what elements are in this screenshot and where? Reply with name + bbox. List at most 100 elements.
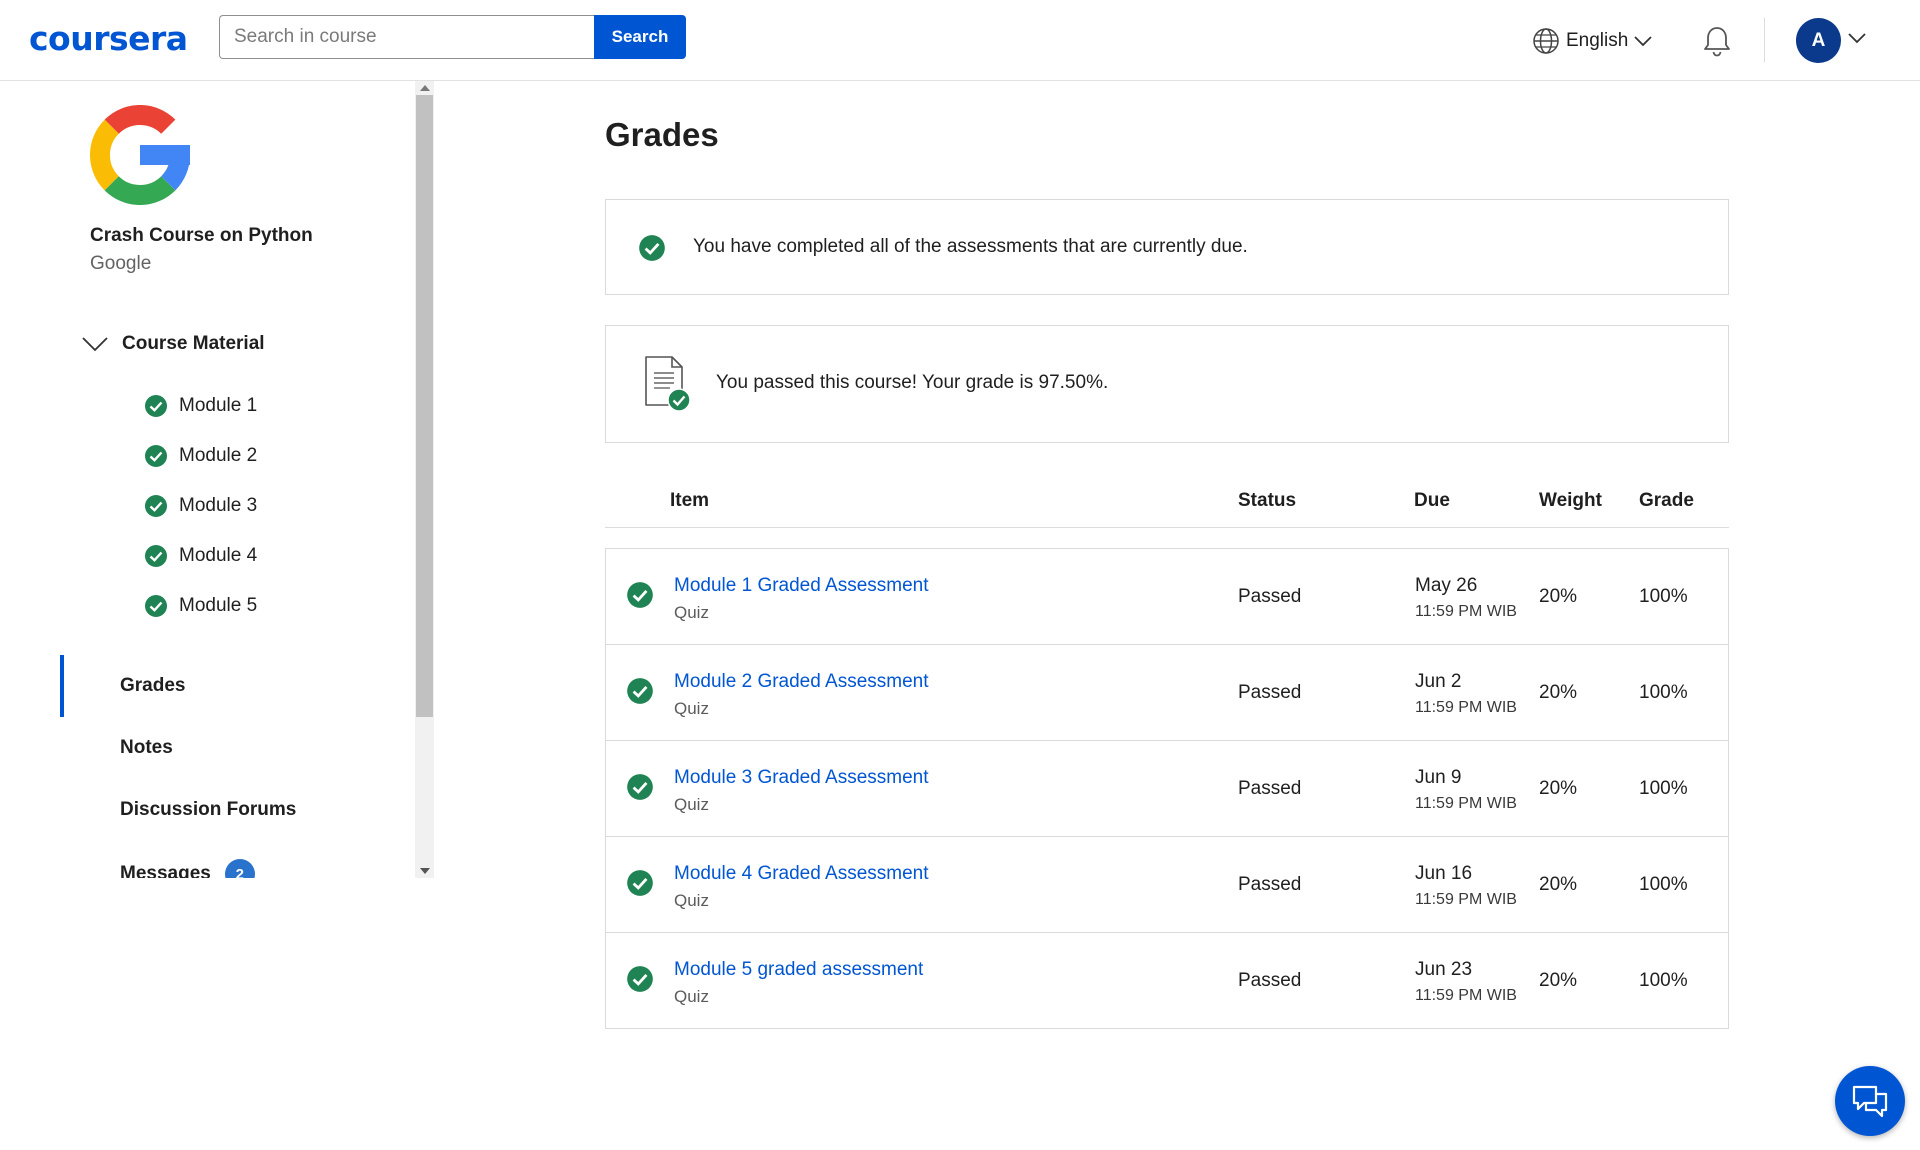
status-cell: Passed	[1238, 970, 1302, 991]
column-header-weight: Weight	[1539, 490, 1602, 511]
grade-cell: 100%	[1639, 970, 1688, 991]
check-circle-icon	[627, 678, 653, 704]
table-row: Module 5 graded assessment Quiz Passed J…	[606, 932, 1728, 1028]
sidebar-scroll-thumb[interactable]	[416, 95, 433, 717]
chevron-down-icon	[82, 337, 108, 352]
due-time-cell: 11:59 PM WIB	[1415, 795, 1517, 812]
module-label: Module 1	[179, 395, 258, 416]
chat-bubbles-icon	[1852, 1085, 1888, 1118]
check-circle-icon	[145, 595, 167, 617]
check-circle-icon	[627, 966, 653, 992]
grade-cell: 100%	[1639, 682, 1688, 703]
language-selector[interactable]: English	[1532, 25, 1652, 57]
completed-message: You have completed all of the assessment…	[693, 236, 1248, 257]
check-circle-icon	[627, 870, 653, 896]
check-circle-icon	[145, 445, 167, 467]
table-header-divider	[605, 527, 1729, 528]
check-circle-icon	[627, 582, 653, 608]
due-date-cell: May 26	[1415, 575, 1478, 596]
assessment-type: Quiz	[674, 891, 709, 910]
status-cell: Passed	[1238, 586, 1302, 607]
due-date-cell: Jun 23	[1415, 959, 1473, 980]
assessment-link[interactable]: Module 1 Graded Assessment	[674, 575, 929, 597]
course-sidebar: Crash Course on Python Google Course Mat…	[0, 81, 416, 878]
assessment-link[interactable]: Module 5 graded assessment	[674, 959, 923, 981]
chevron-down-icon	[1634, 36, 1652, 47]
table-row: Module 3 Graded Assessment Quiz Passed J…	[606, 740, 1728, 836]
language-label: English	[1566, 30, 1629, 51]
due-time-cell: 11:59 PM WIB	[1415, 891, 1517, 908]
chevron-down-icon[interactable]	[1848, 32, 1866, 44]
messages-count-badge: 2	[224, 859, 255, 878]
course-title: Crash Course on Python	[90, 225, 313, 246]
due-time-cell: 11:59 PM WIB	[1415, 699, 1517, 716]
table-row: Module 1 Graded Assessment Quiz Passed M…	[606, 549, 1728, 644]
course-material-toggle[interactable]: Course Material	[82, 333, 265, 355]
coursera-logo[interactable]: coursera	[29, 19, 188, 58]
column-header-status: Status	[1238, 490, 1297, 511]
assessment-link[interactable]: Module 2 Graded Assessment	[674, 671, 929, 693]
module-label: Module 4	[179, 545, 258, 566]
globe-icon	[1533, 28, 1559, 54]
column-header-item: Item	[670, 490, 710, 511]
course-passed-notice: You passed this course! Your grade is 97…	[605, 325, 1729, 443]
course-org: Google	[90, 253, 152, 274]
weight-cell: 20%	[1539, 778, 1578, 799]
check-circle-icon	[627, 774, 653, 800]
top-header: coursera Search English A	[0, 0, 1920, 81]
assessment-type: Quiz	[674, 795, 709, 814]
check-circle-icon	[145, 395, 167, 417]
grade-cell: 100%	[1639, 778, 1688, 799]
column-header-due: Due	[1414, 490, 1450, 511]
assessment-type: Quiz	[674, 603, 709, 622]
due-date-cell: Jun 16	[1415, 863, 1473, 884]
course-material-label: Course Material	[122, 333, 265, 354]
sidebar-item-module-1[interactable]: Module 1	[144, 394, 257, 418]
module-label: Module 5	[179, 595, 258, 616]
weight-cell: 20%	[1539, 970, 1578, 991]
sidebar-item-module-3[interactable]: Module 3	[144, 494, 257, 518]
assessment-link[interactable]: Module 3 Graded Assessment	[674, 767, 929, 789]
weight-cell: 20%	[1539, 586, 1578, 607]
table-row: Module 2 Graded Assessment Quiz Passed J…	[606, 644, 1728, 740]
sidebar-item-grades[interactable]: Grades	[120, 675, 185, 697]
chat-button[interactable]	[1835, 1066, 1905, 1136]
sidebar-item-notes[interactable]: Notes	[120, 737, 173, 759]
grade-cell: 100%	[1639, 874, 1688, 895]
sidebar-item-module-4[interactable]: Module 4	[144, 544, 257, 568]
sidebar-item-module-2[interactable]: Module 2	[144, 444, 257, 468]
completed-notice: You have completed all of the assessment…	[605, 199, 1729, 295]
bell-icon[interactable]	[1700, 24, 1734, 58]
module-label: Module 3	[179, 495, 258, 516]
module-label: Module 2	[179, 445, 258, 466]
scroll-up-arrow-icon[interactable]	[415, 81, 434, 95]
due-time-cell: 11:59 PM WIB	[1415, 603, 1517, 620]
status-cell: Passed	[1238, 778, 1302, 799]
page-title: Grades	[605, 116, 719, 153]
assessment-type: Quiz	[674, 699, 709, 718]
grade-cell: 100%	[1639, 586, 1688, 607]
check-circle-icon	[145, 545, 167, 567]
active-nav-indicator	[60, 655, 64, 717]
assessment-link[interactable]: Module 4 Graded Assessment	[674, 863, 929, 885]
check-circle-icon	[639, 235, 665, 261]
avatar[interactable]: A	[1796, 18, 1841, 63]
grades-table: Module 1 Graded Assessment Quiz Passed M…	[605, 548, 1729, 1029]
table-row: Module 4 Graded Assessment Quiz Passed J…	[606, 836, 1728, 932]
google-logo	[90, 105, 190, 205]
sidebar-item-discussion-forums[interactable]: Discussion Forums	[120, 799, 296, 821]
due-time-cell: 11:59 PM WIB	[1415, 987, 1517, 1004]
document-check-icon	[645, 356, 691, 412]
sidebar-item-messages[interactable]: Messages 2	[120, 859, 255, 878]
search-button[interactable]: Search	[594, 15, 686, 59]
assessment-type: Quiz	[674, 987, 709, 1006]
due-date-cell: Jun 2	[1415, 671, 1462, 692]
weight-cell: 20%	[1539, 682, 1578, 703]
scroll-down-arrow-icon[interactable]	[415, 864, 434, 878]
messages-label: Messages	[120, 863, 211, 878]
header-divider	[1764, 18, 1765, 62]
status-cell: Passed	[1238, 874, 1302, 895]
check-circle-icon	[145, 495, 167, 517]
sidebar-item-module-5[interactable]: Module 5	[144, 594, 257, 618]
search-input[interactable]	[219, 15, 594, 59]
